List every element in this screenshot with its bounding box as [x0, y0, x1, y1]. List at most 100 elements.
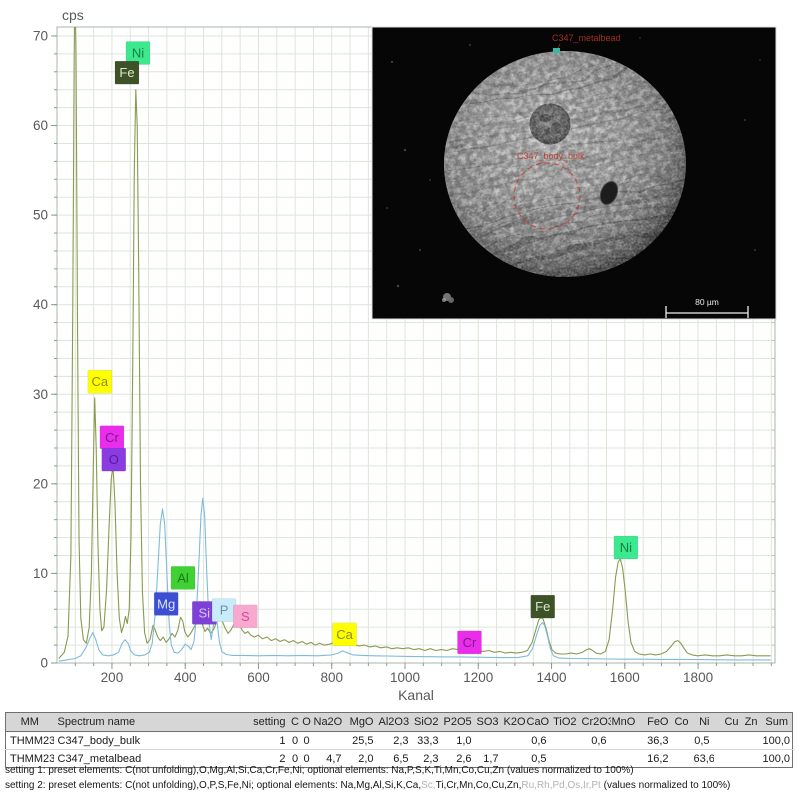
x-tick-label: 800	[320, 670, 343, 685]
dust-speck	[469, 44, 471, 46]
column-header-Cr2O3: Cr2O3	[581, 713, 611, 732]
sem-inset-image: C347_body_bulk C347_metalbead 80 µm	[372, 27, 776, 319]
table-cell: 2,3	[378, 732, 413, 750]
column-header-Ni: Ni	[693, 713, 714, 732]
element-badge-Ca: Ca	[88, 370, 112, 393]
table-cell: THMM234	[6, 732, 54, 750]
footnote-text: (values normalized to 100%)	[601, 780, 731, 791]
table-cell: 100,0	[762, 732, 793, 750]
column-header-C: C	[290, 713, 301, 732]
table-cell: 36,3	[639, 732, 673, 750]
column-header-FeO: FeO	[639, 713, 673, 732]
x-tick-label: 1200	[463, 670, 493, 685]
y-tick-label: 50	[33, 208, 48, 223]
column-header-P2O5: P2O5	[443, 713, 476, 732]
scale-bar-label: 80 µm	[695, 297, 719, 307]
element-badge-O: O	[102, 448, 126, 471]
element-badge-Fe: Fe	[531, 595, 555, 618]
table-cell	[714, 732, 743, 750]
table-cell: 1	[249, 732, 290, 750]
metalbead-spot-marker	[553, 48, 560, 53]
column-header-Al2O3: Al2O3	[378, 713, 413, 732]
footnote-muted-elements: Ru,Rh,Pd,Os,Ir,Pt	[521, 780, 600, 791]
column-header-Cu: Cu	[714, 713, 743, 732]
y-tick-label: 0	[40, 656, 48, 671]
element-badge-symbol: Si	[198, 605, 210, 620]
dust-speck	[429, 179, 431, 181]
dust-speck	[754, 249, 756, 251]
dust-speck	[639, 37, 641, 39]
y-tick-label: 60	[33, 118, 48, 133]
y-tick-label: 30	[33, 387, 48, 402]
table-cell	[551, 732, 581, 750]
x-tick-label: 1800	[683, 670, 713, 685]
sem-label-metalbead: C347_metalbead	[552, 33, 621, 43]
element-badge-symbol: Ni	[132, 45, 144, 60]
sem-label-body-bulk: C347_body_bulk	[517, 151, 585, 161]
table-cell	[503, 732, 526, 750]
element-badge-symbol: Mg	[157, 596, 175, 611]
column-header-Sum: Sum	[762, 713, 793, 732]
x-tick-label: 400	[174, 670, 197, 685]
dust-speck	[391, 61, 393, 63]
table-cell	[476, 732, 503, 750]
element-badge-symbol: Fe	[535, 599, 550, 614]
column-header-O: O	[301, 713, 313, 732]
debris-blob	[442, 298, 446, 302]
table-cell	[313, 732, 346, 750]
table-cell	[743, 732, 762, 750]
column-header-CaO: CaO	[526, 713, 551, 732]
column-header-MgO: MgO	[346, 713, 378, 732]
element-badge-symbol: Cr	[463, 635, 477, 650]
dust-speck	[397, 285, 399, 287]
element-badge-Ca: Ca	[333, 623, 357, 646]
table-cell: 33,3	[413, 732, 443, 750]
dust-speck	[759, 59, 761, 61]
table-cell	[611, 732, 639, 750]
debris-blob	[448, 297, 454, 303]
column-header-Co: Co	[673, 713, 693, 732]
element-badge-Cr: Cr	[100, 426, 124, 449]
table-cell: 0	[290, 732, 301, 750]
dust-speck	[386, 207, 388, 209]
x-tick-label: 1000	[390, 670, 420, 685]
element-badge-Ni: Ni	[614, 536, 638, 559]
eds-report-page: cps 010203040506070200400600800100012001…	[0, 0, 800, 800]
footnote-text: Ti,Cr,Mn,Co,Cu,Zn,	[436, 780, 522, 791]
element-badge-symbol: Al	[177, 570, 189, 585]
column-header-SO3: SO3	[476, 713, 503, 732]
element-badge-Fe: Fe	[115, 61, 139, 84]
table-cell: 0	[301, 732, 313, 750]
element-badge-Al: Al	[171, 566, 195, 589]
x-tick-label: 1600	[610, 670, 640, 685]
table-cell: 0,6	[526, 732, 551, 750]
table-cell: C347_body_bulk	[54, 732, 249, 750]
footnote-text: setting 1: preset elements: C(not unfold…	[5, 765, 634, 776]
element-badge-P: P	[212, 599, 236, 622]
table-cell: 0,5	[693, 732, 714, 750]
column-header-MnO: MnO	[611, 713, 639, 732]
settings-footnotes: setting 1: preset elements: C(not unfold…	[5, 763, 797, 793]
element-badge-Cr: Cr	[457, 631, 481, 654]
element-badge-symbol: S	[241, 609, 250, 624]
quantification-table: MMSpectrum namesettingCONa2OMgOAl2O3SiO2…	[5, 712, 793, 768]
element-badge-symbol: P	[220, 603, 229, 618]
element-badge-symbol: O	[109, 452, 119, 467]
footnote-muted-elements: Sc,	[421, 780, 435, 791]
element-badge-S: S	[233, 605, 257, 628]
footnote-setting-2: setting 2: preset elements: C(not unfold…	[5, 778, 797, 793]
table-cell: 25,5	[346, 732, 378, 750]
table-cell	[673, 732, 693, 750]
dust-speck	[744, 119, 746, 121]
spectrum-line-C347_body_bulk	[59, 498, 771, 661]
footnote-setting-1: setting 1: preset elements: C(not unfold…	[5, 763, 797, 778]
y-tick-label: 40	[33, 297, 48, 312]
element-badge-symbol: Ni	[620, 540, 632, 555]
y-tick-label: 10	[33, 566, 48, 581]
dust-speck	[404, 149, 406, 151]
column-header-MM: MM	[6, 713, 54, 732]
x-tick-label: 200	[101, 670, 124, 685]
column-header-Spectrum name: Spectrum name	[54, 713, 249, 732]
y-axis-unit-label: cps	[62, 7, 84, 23]
element-badge-symbol: Ca	[336, 627, 353, 642]
